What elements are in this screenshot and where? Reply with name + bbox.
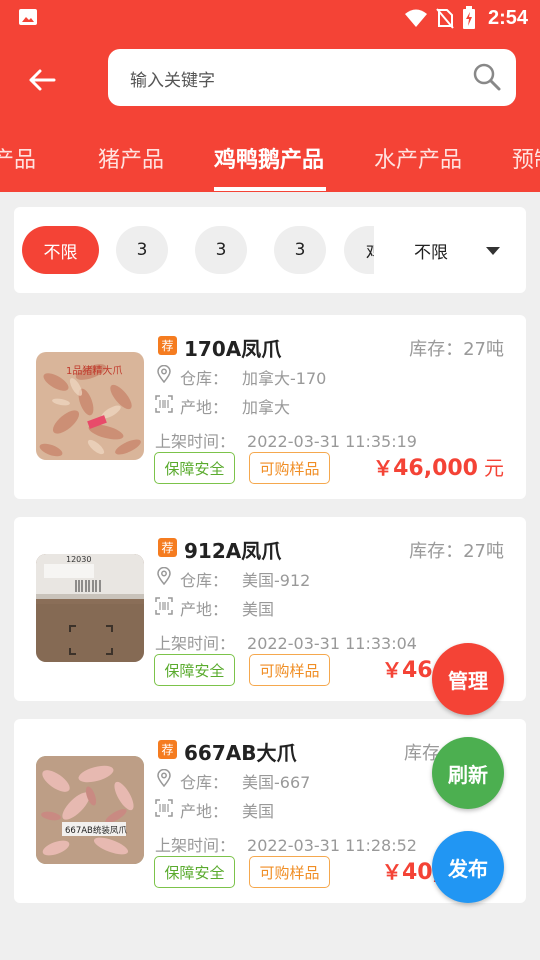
location-pin-icon <box>157 365 171 383</box>
recommend-badge: 荐 <box>158 740 177 759</box>
thumb-label: 667AB统装凤爪 <box>65 825 127 836</box>
scan-icon <box>155 799 173 817</box>
tag-safety: 保障安全 <box>154 654 235 686</box>
product-title: 912A凤爪 <box>184 539 282 563</box>
status-bar: 2:54 <box>0 0 540 36</box>
product-origin: 产地： 美国 <box>180 596 274 620</box>
warehouse-label: 仓库： <box>180 369 229 388</box>
product-price: ￥46,000 元 <box>373 452 504 481</box>
price-unit: 元 <box>484 456 504 480</box>
caret-down-icon <box>486 247 500 255</box>
price-symbol: ￥ <box>382 860 402 884</box>
header: 输入关键字 禽产品 猪产品 鸡鸭鹅产品 水产产品 预制 <box>0 36 540 192</box>
product-stock: 库存：27吨 <box>409 541 504 562</box>
product-origin: 产地： 加拿大 <box>180 394 290 418</box>
date-label: 上架时间： <box>155 634 236 653</box>
origin-value: 加拿大 <box>242 398 291 417</box>
origin-label: 产地： <box>180 398 229 417</box>
price-symbol: ￥ <box>373 456 394 480</box>
warehouse-value: 美国-667 <box>242 773 311 792</box>
product-image: 1品猪精大爪 <box>36 352 144 460</box>
chicken-feet-image: 667AB统装凤爪 <box>36 756 144 864</box>
search-icon[interactable] <box>472 62 502 92</box>
tab-pork[interactable]: 猪产品 <box>98 142 164 174</box>
product-warehouse: 仓库： 美国-912 <box>180 567 310 591</box>
location-pin-icon <box>157 769 171 787</box>
product-card[interactable]: 1品猪精大爪 荐 170A凤爪 库存：27吨 仓库： 加拿大-170 产地： 加拿大… <box>14 315 526 499</box>
search-input[interactable]: 输入关键字 <box>108 49 516 106</box>
status-time: 2:54 <box>487 6 528 29</box>
tag-sample: 可购样品 <box>249 856 330 888</box>
refresh-button[interactable]: 刷新 <box>432 737 504 809</box>
recommend-badge: 荐 <box>158 538 177 557</box>
chicken-feet-image: 1品猪精大爪 <box>36 352 144 460</box>
category-tabs: 禽产品 猪产品 鸡鸭鹅产品 水产产品 预制 <box>0 136 540 192</box>
scan-icon <box>155 395 173 413</box>
price-symbol: ￥ <box>382 658 402 682</box>
filter-chip[interactable]: 3 <box>116 226 168 274</box>
carton-box-image: 12030 <box>36 554 144 662</box>
warehouse-value: 加拿大-170 <box>242 369 327 388</box>
search-placeholder: 输入关键字 <box>130 71 215 91</box>
product-stock: 库存：27吨 <box>409 339 504 360</box>
filter-dropdown-value: 不限 <box>414 242 448 263</box>
image-icon <box>19 9 37 25</box>
product-origin: 产地： 美国 <box>180 798 274 822</box>
no-sim-icon <box>436 8 454 29</box>
tag-safety: 保障安全 <box>154 856 235 888</box>
tab-chicken-duck-goose[interactable]: 鸡鸭鹅产品 <box>214 142 324 174</box>
scan-icon <box>155 597 173 615</box>
warehouse-label: 仓库： <box>180 571 229 590</box>
filter-chip-all[interactable]: 不限 <box>22 226 99 274</box>
date-label: 上架时间： <box>155 836 236 855</box>
filter-chips: 不限 3 3 3 鸡 <box>14 207 374 293</box>
date-value: 2022-03-31 11:28:52 <box>247 836 417 855</box>
tag-sample: 可购样品 <box>249 452 330 484</box>
publish-button[interactable]: 发布 <box>432 831 504 903</box>
tab-aquatic[interactable]: 水产产品 <box>374 142 462 174</box>
arrow-left-icon <box>29 69 56 91</box>
tab-prepared[interactable]: 预制 <box>512 142 540 174</box>
date-label: 上架时间： <box>155 432 236 451</box>
warehouse-label: 仓库： <box>180 773 229 792</box>
filter-chip[interactable]: 3 <box>195 226 247 274</box>
tab-active-indicator <box>214 187 326 191</box>
product-image: 667AB统装凤爪 <box>36 756 144 864</box>
origin-value: 美国 <box>242 600 275 619</box>
filter-chip[interactable]: 3 <box>274 226 326 274</box>
thumb-label: 1品猪精大爪 <box>66 364 122 377</box>
origin-label: 产地： <box>180 600 229 619</box>
product-image: 12030 <box>36 554 144 662</box>
battery-icon <box>462 6 475 29</box>
product-date: 上架时间： 2022-03-31 11:28:52 <box>155 832 417 856</box>
thumb-label: 12030 <box>66 555 91 564</box>
product-title: 667AB大爪 <box>184 741 297 765</box>
product-date: 上架时间： 2022-03-31 11:33:04 <box>155 630 417 654</box>
wifi-icon <box>404 9 427 27</box>
product-warehouse: 仓库： 美国-667 <box>180 769 310 793</box>
tag-safety: 保障安全 <box>154 452 235 484</box>
origin-value: 美国 <box>242 802 275 821</box>
date-value: 2022-03-31 11:35:19 <box>247 432 417 451</box>
product-title: 170A凤爪 <box>184 337 282 361</box>
recommend-badge: 荐 <box>158 336 177 355</box>
product-warehouse: 仓库： 加拿大-170 <box>180 365 326 389</box>
tab-poultry[interactable]: 禽产品 <box>0 142 36 174</box>
location-pin-icon <box>157 567 171 585</box>
back-button[interactable] <box>20 60 64 100</box>
product-date: 上架时间： 2022-03-31 11:35:19 <box>155 428 417 452</box>
manage-button[interactable]: 管理 <box>432 643 504 715</box>
price-value: 46,000 <box>393 456 478 481</box>
filter-chip[interactable]: 鸡 <box>344 226 374 274</box>
filter-dropdown[interactable]: 不限 <box>394 226 524 274</box>
tag-sample: 可购样品 <box>249 654 330 686</box>
warehouse-value: 美国-912 <box>242 571 311 590</box>
date-value: 2022-03-31 11:33:04 <box>247 634 417 653</box>
filter-bar: 不限 3 3 3 鸡 不限 <box>14 207 526 293</box>
origin-label: 产地： <box>180 802 229 821</box>
